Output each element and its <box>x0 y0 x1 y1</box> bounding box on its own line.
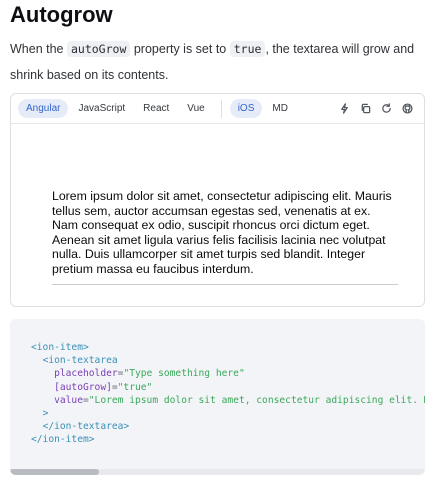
code-line-7: </ion-textarea> <box>42 421 130 433</box>
code-val-value: "Lorem ipsum dolor sit amet, consectetur… <box>88 394 425 406</box>
tab-ios[interactable]: iOS <box>229 99 263 118</box>
code-line-1: <ion-item> <box>31 342 89 353</box>
code-line-2: <ion-textarea <box>42 355 118 367</box>
code-attr-value: value <box>54 394 83 406</box>
intro-text-1: When the <box>10 42 67 56</box>
preview-area: Lorem ipsum dolor sit amet, consectetur … <box>11 124 424 306</box>
inline-code-true: true <box>229 41 266 57</box>
inline-code-autogrow: autoGrow <box>66 41 131 57</box>
copy-icon[interactable] <box>356 99 375 118</box>
playground-toolbar: Angular JavaScript React Vue iOS MD <box>11 94 424 124</box>
tab-react[interactable]: React <box>135 99 177 118</box>
intro-paragraph: When the autoGrow property is set to tru… <box>10 36 422 88</box>
autogrow-textarea[interactable]: Lorem ipsum dolor sit amet, consectetur … <box>52 189 398 285</box>
tab-md[interactable]: MD <box>264 99 296 118</box>
toolbar-divider <box>220 99 222 118</box>
tab-angular[interactable]: Angular <box>18 99 69 118</box>
tab-javascript[interactable]: JavaScript <box>70 99 133 118</box>
code-val-placeholder: "Type something here" <box>123 368 245 380</box>
code-line-8: </ion-item> <box>31 434 95 446</box>
tab-vue[interactable]: Vue <box>179 99 212 118</box>
page: Autogrow When the autoGrow property is s… <box>0 1 432 480</box>
code-horizontal-scrollbar[interactable] <box>10 469 425 475</box>
scrollbar-thumb[interactable] <box>10 469 99 475</box>
intro-text-2: property is set to <box>130 42 230 56</box>
code-attr-autogrow: [autoGrow] <box>54 381 112 393</box>
code-content: <ion-item> <ion-textarea placeholder="Ty… <box>31 341 425 447</box>
lightning-icon[interactable] <box>335 99 354 118</box>
code-line-6: > <box>42 408 49 420</box>
code-block: <ion-item> <ion-textarea placeholder="Ty… <box>10 319 425 475</box>
page-title: Autogrow <box>10 2 113 27</box>
code-attr-placeholder: placeholder <box>54 368 118 380</box>
refresh-icon[interactable] <box>377 99 396 118</box>
code-val-autogrow: "true" <box>117 381 153 393</box>
github-icon[interactable] <box>398 99 417 118</box>
demo-playground: Angular JavaScript React Vue iOS MD Lore… <box>10 93 425 307</box>
